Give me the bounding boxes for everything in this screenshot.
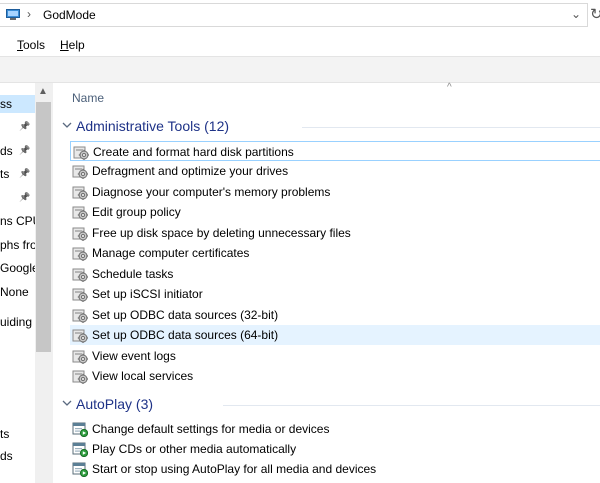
list-item[interactable]: Start or stop using AutoPlay for all med… <box>70 459 600 479</box>
address-bar: › GodMode ⌄ ↻ <box>0 0 600 33</box>
list-item[interactable]: Manage computer certificates <box>70 243 600 263</box>
list-item[interactable]: Play CDs or other media automatically <box>70 439 600 459</box>
list-item-label: Set up iSCSI initiator <box>92 287 203 301</box>
nav-item[interactable]: ns CPU <box>0 212 35 230</box>
group-divider <box>302 127 600 128</box>
nav-item-label: ds <box>0 449 13 463</box>
list-item-label: Set up ODBC data sources (64-bit) <box>92 328 279 342</box>
admin-tools-icon <box>72 225 88 241</box>
list-item[interactable]: Free up disk space by deleting unnecessa… <box>70 223 600 243</box>
scroll-up-icon[interactable]: ▲ <box>38 86 48 97</box>
group-title: AutoPlay (3) <box>76 396 154 412</box>
autoplay-icon <box>72 461 89 478</box>
autoplay-icon <box>72 441 89 458</box>
menu-tools[interactable]: Tools <box>17 38 45 52</box>
nav-item-label: ss <box>0 97 12 111</box>
nav-item-label: ts <box>0 427 10 441</box>
list-item-label: Change default settings for media or dev… <box>92 422 330 436</box>
toolbar-strip <box>0 56 600 83</box>
admin-tools-icon <box>73 144 89 160</box>
list-item[interactable]: Change default settings for media or dev… <box>70 419 600 439</box>
list-item-label: Create and format hard disk partitions <box>93 145 294 159</box>
nav-item[interactable]: phs fro <box>0 236 35 254</box>
list-item[interactable]: Defragment and optimize your drives <box>70 161 600 181</box>
list-item[interactable]: Set up ODBC data sources (64-bit) <box>70 325 600 345</box>
admin-tools-icon <box>72 266 88 282</box>
list-item-label: View event logs <box>92 349 176 363</box>
admin-tools-icon <box>72 245 88 261</box>
admin-tools-icon <box>72 286 88 302</box>
list-item-label: Play CDs or other media automatically <box>92 442 297 456</box>
nav-item[interactable]: ts <box>0 425 35 443</box>
list-item-label: Edit group policy <box>92 205 181 219</box>
group-title: Administrative Tools (12) <box>76 118 230 134</box>
nav-item-label: uiding <box>0 315 33 329</box>
list-item-label: Start or stop using AutoPlay for all med… <box>92 462 377 476</box>
pane-divider[interactable] <box>52 83 53 483</box>
list-item[interactable]: View event logs <box>70 346 600 366</box>
list-item-label: Defragment and optimize your drives <box>92 164 289 178</box>
admin-tools-icon <box>72 348 88 364</box>
list-item-label: Manage computer certificates <box>92 246 250 260</box>
chevron-down-icon[interactable] <box>62 120 72 130</box>
autoplay-icon <box>72 421 89 438</box>
nav-item-label: ns CPU <box>0 214 35 228</box>
admin-tools-icon <box>72 368 88 384</box>
pin-icon: 📌 <box>19 121 31 131</box>
admin-tools-icon <box>72 204 88 220</box>
list-item[interactable]: Set up ODBC data sources (32-bit) <box>70 305 600 325</box>
list-item-label: Free up disk space by deleting unnecessa… <box>92 226 351 240</box>
pin-icon: 📌 <box>19 192 31 202</box>
group-header[interactable]: Administrative Tools (12) <box>60 118 600 138</box>
refresh-icon[interactable]: ↻ <box>590 5 600 23</box>
nav-item[interactable]: Google <box>0 259 35 277</box>
pin-icon: 📌 <box>19 145 31 155</box>
list-item-label: Set up ODBC data sources (32-bit) <box>92 308 279 322</box>
chevron-right-icon[interactable]: › <box>27 7 31 21</box>
admin-tools-icon <box>72 307 88 323</box>
list-item[interactable]: View local services <box>70 366 600 386</box>
nav-item[interactable]: ss <box>0 95 35 113</box>
control-panel-icon <box>6 9 20 20</box>
admin-tools-icon <box>72 184 88 200</box>
nav-item[interactable]: uiding <box>0 313 35 331</box>
sort-ascending-icon: ^ <box>447 82 452 93</box>
address-path[interactable]: GodMode <box>43 8 96 22</box>
nav-item-label: None <box>0 285 29 299</box>
nav-item[interactable]: None <box>0 283 35 301</box>
list-item[interactable]: Diagnose your computer's memory problems <box>70 182 600 202</box>
menu-bar: Tools Help <box>0 32 600 56</box>
list-item[interactable]: Create and format hard disk partitions <box>70 141 600 161</box>
column-header-name[interactable]: Name <box>72 91 104 105</box>
nav-item-label: ts <box>0 167 10 181</box>
nav-item-label: ds <box>0 144 13 158</box>
nav-scrollbar-thumb[interactable] <box>36 102 51 352</box>
list-item[interactable]: Set up iSCSI initiator <box>70 284 600 304</box>
list-item[interactable]: Edit group policy <box>70 202 600 222</box>
list-item-label: Diagnose your computer's memory problems <box>92 185 331 199</box>
admin-tools-icon <box>72 327 88 343</box>
list-item-label: View local services <box>92 369 194 383</box>
chevron-down-icon[interactable]: ⌄ <box>571 7 581 21</box>
chevron-down-icon[interactable] <box>62 398 72 408</box>
list-item[interactable]: Schedule tasks <box>70 264 600 284</box>
group-divider <box>223 405 600 406</box>
admin-tools-icon <box>72 163 88 179</box>
nav-item-label: Google <box>0 261 35 275</box>
nav-item[interactable]: ds <box>0 447 35 465</box>
pin-icon: 📌 <box>19 168 31 178</box>
list-item-label: Schedule tasks <box>92 267 174 281</box>
group-header[interactable]: AutoPlay (3) <box>60 396 600 416</box>
nav-item-label: phs fro <box>0 238 35 252</box>
menu-help[interactable]: Help <box>60 38 85 52</box>
